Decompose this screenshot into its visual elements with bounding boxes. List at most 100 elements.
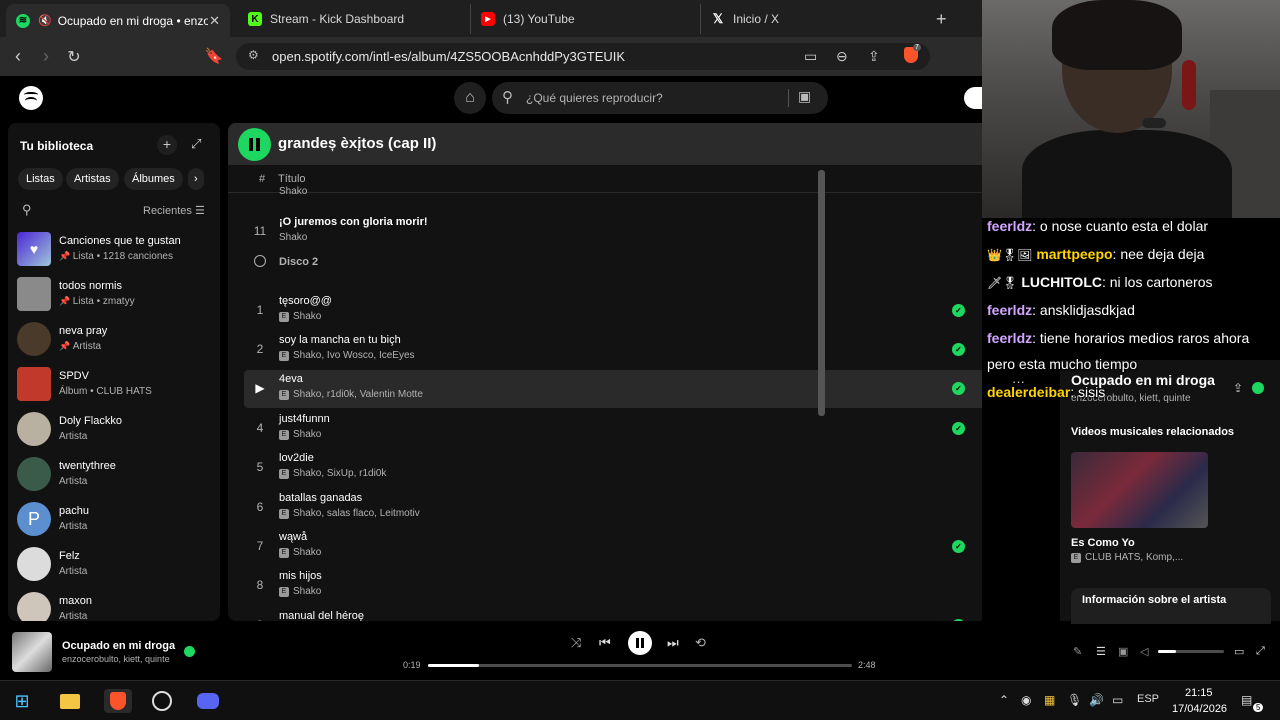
fullscreen-icon[interactable]: ⤢ [1256, 645, 1265, 658]
video-title[interactable]: Es Como Yo [1071, 537, 1135, 549]
sort-recent-button[interactable]: Recientes ☰ [143, 204, 205, 217]
repeat-icon[interactable]: ⟲ [695, 635, 706, 651]
file-explorer-icon[interactable] [58, 689, 82, 713]
library-item[interactable]: SPDV Álbum • CLUB HATS [17, 365, 217, 405]
tray-app-icon[interactable]: ▦ [1044, 693, 1055, 707]
volume-icon[interactable]: ◁ [1140, 645, 1148, 658]
microphone-icon[interactable]: 🎙 [1067, 693, 1082, 707]
previous-icon[interactable]: ⏮ [599, 635, 611, 651]
track-title[interactable]: wąwå [279, 531, 307, 543]
notifications-icon[interactable]: ▤ [1241, 693, 1252, 707]
create-icon[interactable]: + [157, 135, 177, 155]
track-title[interactable]: mis hijos [279, 570, 322, 582]
now-playing-title[interactable]: Ocupado en mi droga [62, 640, 175, 652]
queue-icon[interactable]: ☰ [1096, 645, 1106, 658]
track-title[interactable]: just4funnn [279, 413, 330, 425]
brave-browser-icon[interactable] [104, 689, 132, 713]
track-row[interactable]: 11 ¡O juremos con gloria morir! Shako [244, 213, 982, 251]
track-artists-text[interactable]: Shako [293, 429, 321, 440]
track-row[interactable]: 5lov2dieEShako, SixUp, r1di0k2:25 [244, 449, 982, 487]
library-item[interactable]: todos normis 📌 Lista • zmatyy [17, 275, 217, 315]
site-settings-icon[interactable]: ⚙ [248, 48, 259, 62]
track-title[interactable]: soy la mancha en tu biçh [279, 334, 401, 346]
chip-scroll-right-icon[interactable]: › [188, 168, 204, 190]
library-item[interactable]: neva pray 📌 Artista [17, 320, 217, 360]
track-row[interactable]: 9manual del héroęE✓2:40 [244, 607, 982, 621]
track-title[interactable]: ¡O juremos con gloria morir! [279, 216, 428, 228]
address-bar[interactable]: ⚙ open.spotify.com/intl-es/album/4ZS5OOB… [236, 43, 930, 70]
cast-icon[interactable]: ▭ [804, 48, 817, 65]
saved-check-icon[interactable]: ✓ [952, 422, 965, 435]
track-title[interactable]: manual del héroę [279, 610, 364, 621]
zoom-icon[interactable]: ⊖ [836, 48, 848, 65]
shuffle-icon[interactable]: ⤨ [571, 635, 581, 651]
bookmark-icon[interactable]: 🔖 [204, 47, 224, 65]
forward-icon[interactable]: › [36, 46, 56, 67]
tab-youtube[interactable]: ▶ (13) YouTube [470, 4, 696, 34]
track-title[interactable]: batallas ganadas [279, 492, 362, 504]
saved-check-icon[interactable]: ✓ [952, 619, 965, 621]
muted-speaker-icon[interactable]: 🔇 [38, 14, 52, 27]
track-artists-text[interactable]: Shako [293, 547, 321, 558]
track-artists-text[interactable]: Shako, r1di0k, Valentin Motte [293, 389, 423, 400]
track-row[interactable]: 6 batallas ganadas E Shako, salas flaco, Le… [244, 489, 982, 527]
play-track-icon[interactable]: ▶ [244, 381, 276, 395]
chip-artists[interactable]: Artistas [66, 168, 119, 190]
now-playing-cover[interactable] [12, 632, 52, 672]
track-title[interactable]: lov2die [279, 452, 314, 464]
track-title[interactable]: tęsoro@@ [279, 295, 332, 307]
artist-info-card[interactable]: Información sobre el artista [1071, 588, 1271, 624]
connect-device-icon[interactable]: ▣ [1118, 645, 1128, 658]
track-artists-text[interactable]: Shako, SixUp, r1di0k [293, 468, 386, 479]
tab-x[interactable]: 𝕏 Inicio / X [700, 4, 926, 34]
home-button[interactable]: ⌂ [454, 82, 486, 114]
library-item[interactable]: Doly Flackko Artista [17, 410, 217, 450]
network-icon[interactable]: ▭ [1112, 693, 1123, 707]
clock-time[interactable]: 21:15 [1185, 687, 1213, 699]
now-playing-artists[interactable]: enzocerobulto, kiett, quinte [62, 654, 170, 664]
track-row[interactable]: 1tęsoro@@EShako✓2:19 [244, 292, 982, 330]
scrollbar[interactable] [818, 170, 825, 416]
volume-slider[interactable] [1158, 650, 1224, 653]
track-title[interactable]: 4eva [279, 373, 303, 385]
clock-date[interactable]: 17/04/2026 [1172, 703, 1227, 715]
library-item[interactable]: Felz Artista [17, 545, 217, 585]
track-row[interactable]: ▶4evaEShako, r1di0k, Valentin Motte✓1:52 [244, 370, 982, 408]
share-icon[interactable]: ⇪ [868, 48, 880, 65]
windows-start-icon[interactable]: ⊞ [10, 689, 34, 713]
back-icon[interactable]: ‹ [8, 46, 28, 67]
chip-playlists[interactable]: Listas [18, 168, 63, 190]
library-item[interactable]: maxon Artista [17, 590, 217, 621]
expand-library-icon[interactable]: ⤢ [191, 136, 201, 152]
library-item[interactable]: Ppachu Artista [17, 500, 217, 540]
lyrics-icon[interactable]: ✎ [1073, 645, 1082, 658]
saved-check-icon[interactable]: ✓ [952, 343, 965, 356]
browse-icon[interactable]: ▣ [798, 88, 811, 105]
miniplayer-icon[interactable]: ▭ [1234, 645, 1244, 658]
new-tab-button[interactable]: + [936, 9, 947, 30]
track-artists-text[interactable]: Shako, salas flaco, Leitmotiv [293, 508, 420, 519]
tab-spotify[interactable]: ≋ 🔇 Ocupado en mi droga • enzoc ✕ [6, 4, 230, 37]
search-input[interactable]: ⚲ ¿Qué quieres reproducir? ▣ [492, 82, 828, 114]
spotify-logo-icon[interactable] [19, 86, 43, 110]
track-artists-text[interactable]: Shako [279, 232, 307, 243]
reload-icon[interactable]: ↻ [64, 47, 84, 67]
track-row[interactable]: 2 soy la mancha en tu biçh E Shako, Ivo Wos… [244, 331, 982, 369]
library-search-icon[interactable]: ⚲ [22, 202, 32, 218]
column-title[interactable]: Título [278, 173, 306, 185]
close-tab-icon[interactable]: ✕ [209, 13, 220, 29]
saved-check-icon[interactable]: ✓ [952, 382, 965, 395]
track-row[interactable]: 8mis hijosEShako1:47 [244, 567, 982, 605]
chip-albums[interactable]: Álbumes [124, 168, 183, 190]
track-artists-text[interactable]: Shako [293, 586, 321, 597]
language-indicator[interactable]: ESP [1137, 693, 1159, 705]
saved-check-icon[interactable] [184, 646, 195, 657]
speaker-icon[interactable]: 🔊 [1089, 693, 1104, 707]
obs-icon[interactable] [150, 689, 174, 713]
track-artists-text[interactable]: Shako, Ivo Wosco, IceEyes [293, 350, 415, 361]
video-thumbnail[interactable] [1071, 452, 1208, 528]
pause-icon[interactable] [238, 128, 271, 161]
saved-check-icon[interactable]: ✓ [952, 540, 965, 553]
library-item[interactable]: twentythree Artista [17, 455, 217, 495]
tab-kick[interactable]: K Stream - Kick Dashboard [238, 4, 464, 34]
